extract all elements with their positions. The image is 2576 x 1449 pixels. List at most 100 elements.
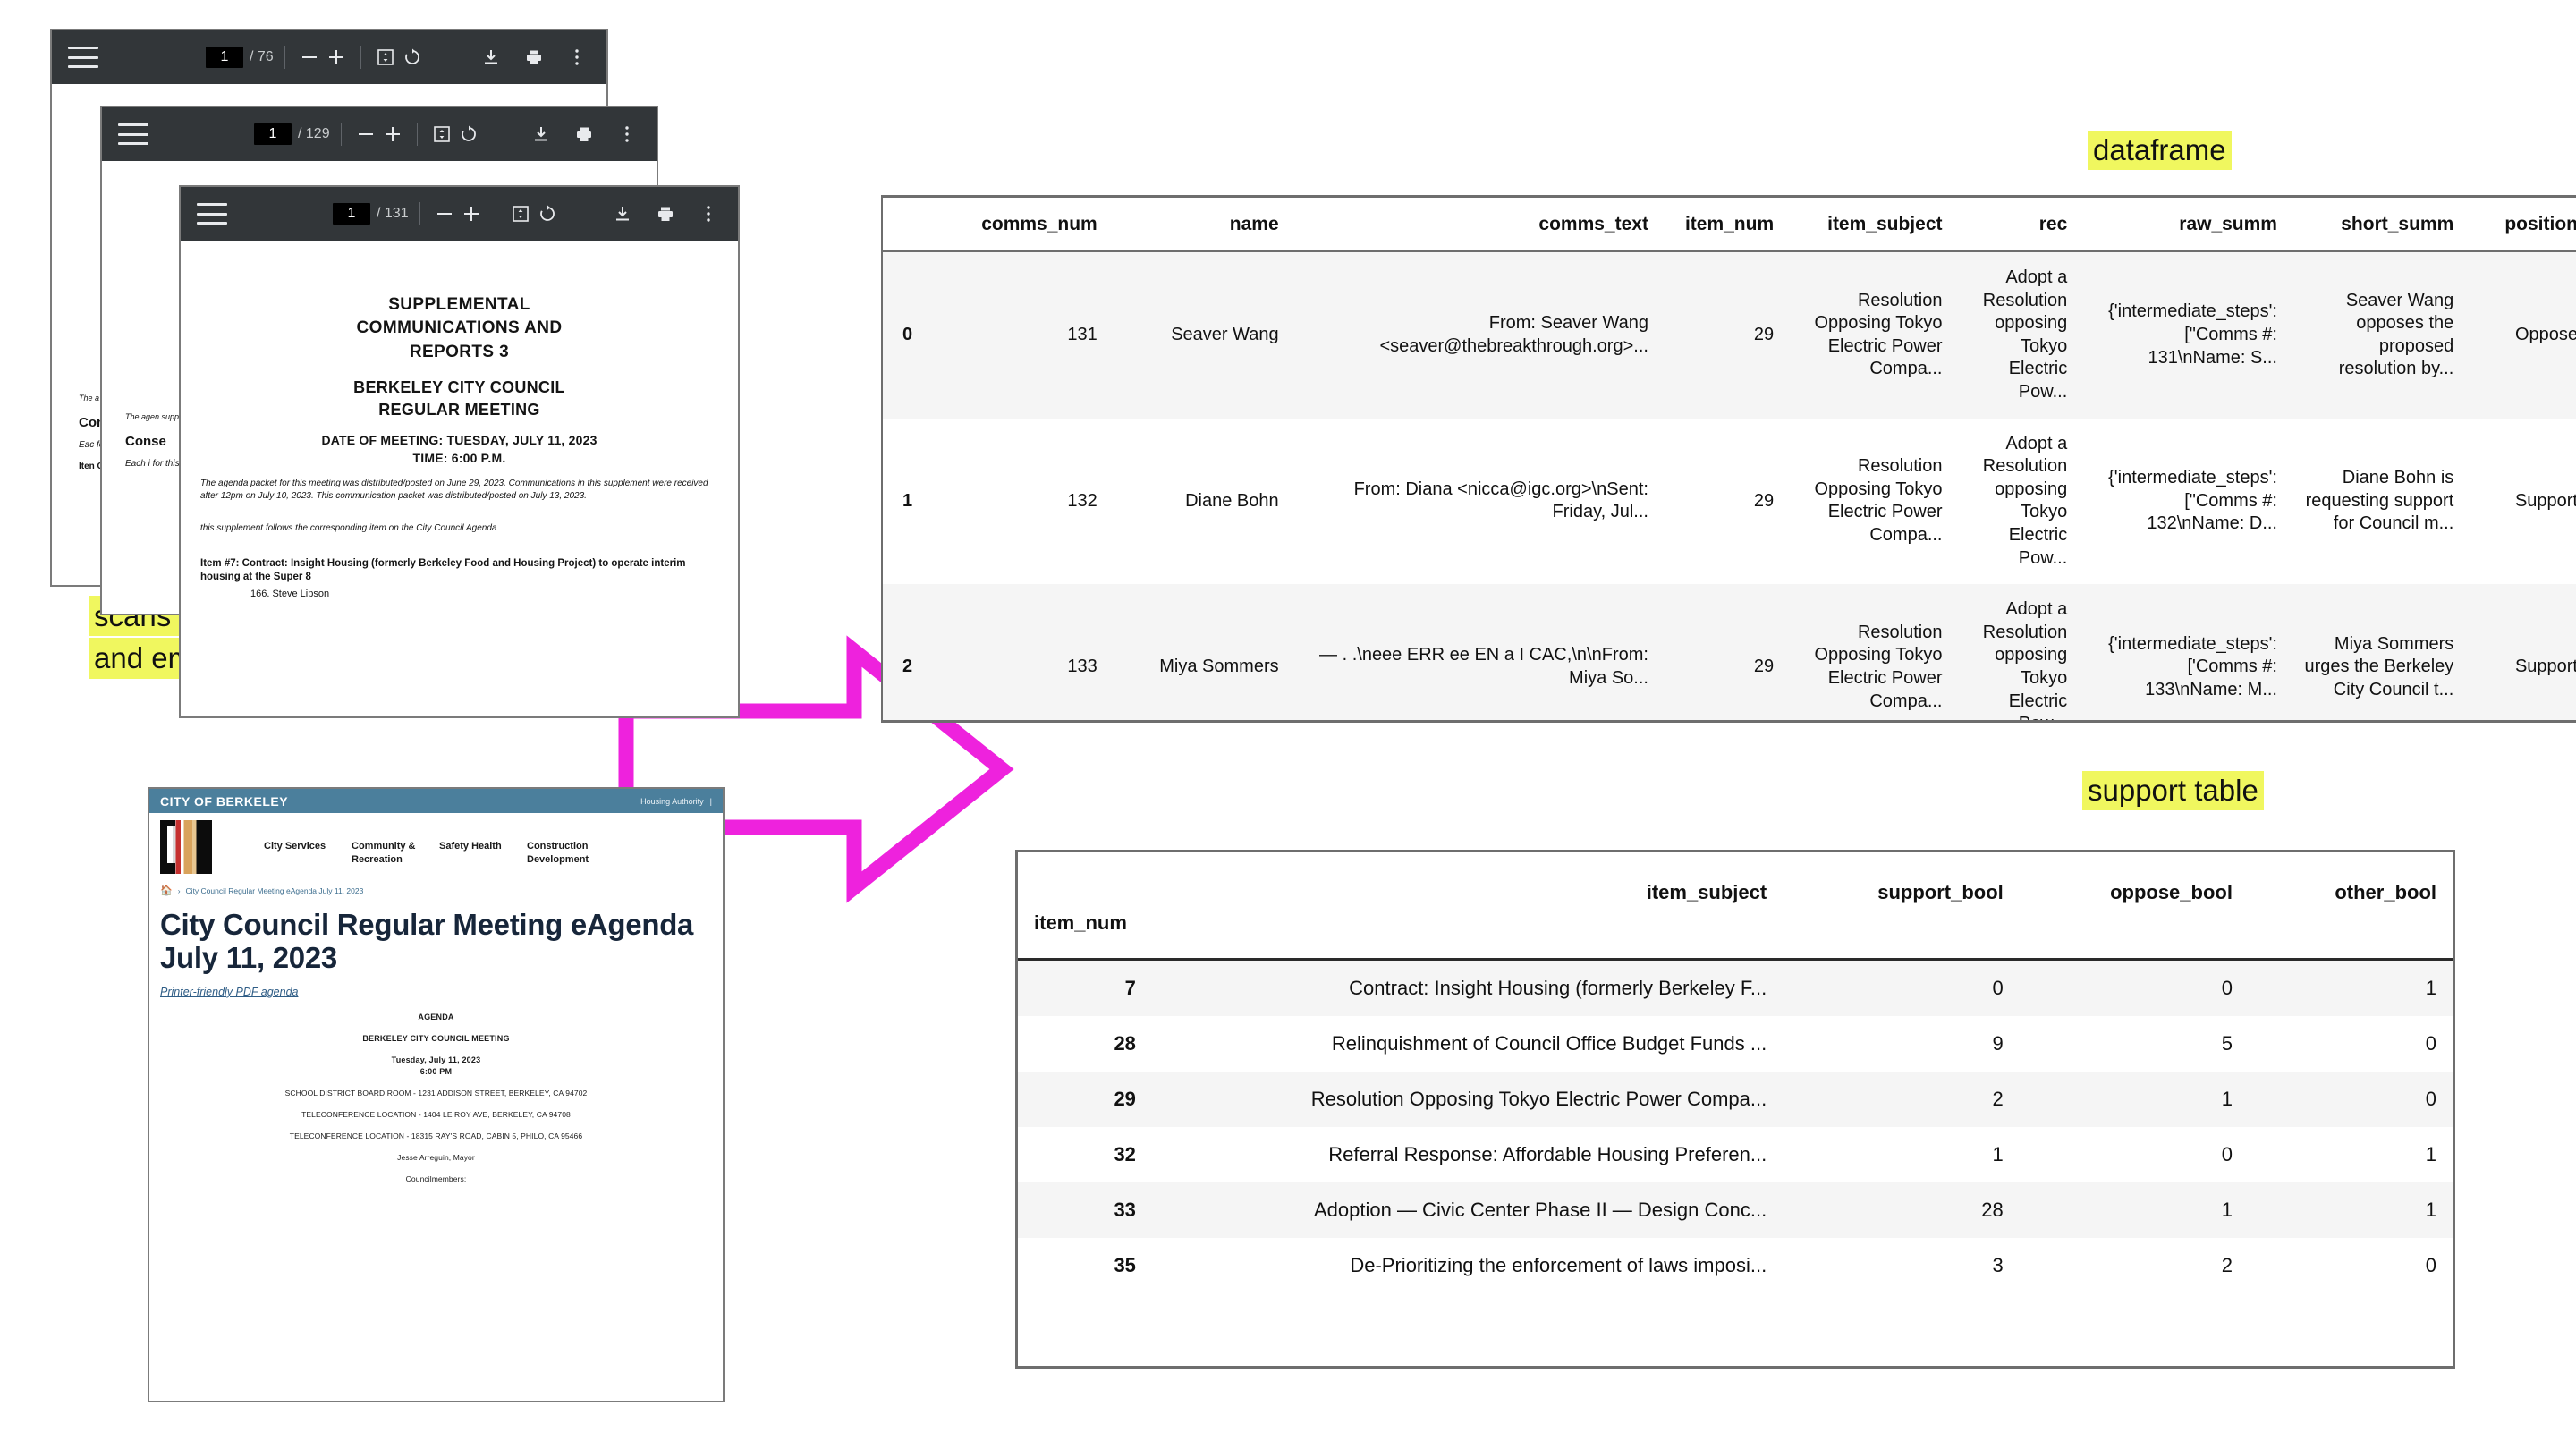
plus-icon[interactable] bbox=[379, 121, 406, 148]
home-icon[interactable]: 🏠 bbox=[160, 885, 173, 896]
cell-name: Seaver Wang bbox=[1171, 324, 1279, 344]
table-row[interactable]: 29 Resolution Opposing Tokyo Electric Po… bbox=[1018, 1072, 2453, 1127]
nav-item-safety-health[interactable]: Safety Health bbox=[439, 840, 504, 867]
dataframe-table[interactable]: comms_num name comms_text item_num item_… bbox=[881, 195, 2576, 723]
site-top-links: Housing Authority | bbox=[640, 797, 712, 806]
support-table[interactable]: item_subject support_bool oppose_bool ot… bbox=[1015, 850, 2455, 1368]
cell-oppose_bool: 2 bbox=[2221, 1254, 2233, 1276]
col-header-rec[interactable]: rec bbox=[1953, 198, 2078, 251]
cell-item_subject: Resolution Opposing Tokyo Electric Power… bbox=[1814, 456, 1943, 545]
table-row[interactable]: 28 Relinquishment of Council Office Budg… bbox=[1018, 1016, 2453, 1072]
rotate-icon[interactable] bbox=[455, 121, 482, 148]
table-row[interactable]: 35 De-Prioritizing the enforcement of la… bbox=[1018, 1238, 2453, 1293]
col-header-short_summ[interactable]: short_summ bbox=[2287, 198, 2463, 251]
printer-friendly-pdf-link[interactable]: Printer-friendly PDF agenda bbox=[149, 975, 723, 998]
top-link-housing-authority[interactable]: Housing Authority bbox=[640, 797, 704, 806]
pdf-toolbar[interactable]: 1 / 129 bbox=[102, 107, 657, 161]
hamburger-menu-icon[interactable] bbox=[68, 47, 98, 68]
hamburger-menu-icon[interactable] bbox=[197, 203, 227, 225]
plus-icon[interactable] bbox=[323, 44, 350, 71]
minus-icon[interactable] bbox=[431, 200, 458, 227]
pdf-toolbar[interactable]: 1 / 76 bbox=[52, 30, 606, 84]
download-icon[interactable] bbox=[478, 44, 504, 71]
nav-item-community-recreation[interactable]: Community & Recreation bbox=[352, 840, 416, 867]
plus-icon[interactable] bbox=[458, 200, 485, 227]
cell-other_bool: 0 bbox=[2425, 1088, 2436, 1110]
site-main-nav[interactable]: City Services Community & Recreation Saf… bbox=[264, 820, 591, 867]
breadcrumb-separator: › bbox=[177, 886, 181, 895]
cell-short_summ: Diane Bohn is requesting support for Cou… bbox=[2305, 467, 2454, 534]
table-row[interactable]: 7 Contract: Insight Housing (formerly Be… bbox=[1018, 959, 2453, 1016]
support-table-annotation-label: support table bbox=[2082, 771, 2264, 811]
col-header-other_bool[interactable]: other_bool bbox=[2249, 852, 2453, 908]
minus-icon[interactable] bbox=[352, 121, 379, 148]
col-header-position[interactable]: position bbox=[2463, 198, 2576, 251]
cell-item_subject: Contract: Insight Housing (formerly Berk… bbox=[1349, 977, 1767, 999]
row-index: 32 bbox=[1114, 1143, 1136, 1165]
col-header-item_subject[interactable]: item_subject bbox=[1143, 852, 1783, 908]
col-header-name[interactable]: name bbox=[1107, 198, 1289, 251]
nav-item-city-services[interactable]: City Services bbox=[264, 840, 328, 867]
col-header-item_num[interactable]: item_num bbox=[1658, 198, 1784, 251]
cell-rec: Adopt a Resolution opposing Tokyo Electr… bbox=[1982, 433, 2068, 568]
cell-other_bool: 0 bbox=[2425, 1032, 2436, 1055]
index-label-item_num: item_num bbox=[1034, 911, 1127, 934]
doc-meeting-time: TIME: 6:00 P.M. bbox=[412, 451, 506, 465]
cell-name: Miya Sommers bbox=[1159, 657, 1279, 677]
page-number-input[interactable]: 1 bbox=[206, 47, 243, 68]
pdf-window-131-pages[interactable]: 1 / 131 SUPPLEMENTAL COMMUNICATIONS AND … bbox=[179, 185, 740, 718]
row-index: 28 bbox=[1114, 1032, 1136, 1055]
cell-support_bool: 1 bbox=[1992, 1143, 2004, 1165]
table-row[interactable]: 0 131 Seaver Wang From: Seaver Wang <sea… bbox=[883, 250, 2576, 419]
col-header-comms_text[interactable]: comms_text bbox=[1289, 198, 1658, 251]
toolbar-divider bbox=[340, 123, 342, 146]
agenda-councilmembers-label: Councilmembers: bbox=[405, 1174, 467, 1183]
print-icon[interactable] bbox=[571, 121, 597, 148]
agenda-time: 6:00 PM bbox=[419, 1066, 453, 1076]
rotate-icon[interactable] bbox=[399, 44, 426, 71]
cell-rec: Adopt a Resolution opposing Tokyo Electr… bbox=[1982, 599, 2068, 720]
breadcrumb-current[interactable]: City Council Regular Meeting eAgenda Jul… bbox=[186, 886, 364, 895]
print-icon[interactable] bbox=[652, 200, 679, 227]
col-header-oppose_bool[interactable]: oppose_bool bbox=[2020, 852, 2249, 908]
col-header-item_subject[interactable]: item_subject bbox=[1784, 198, 1952, 251]
index-row-filler bbox=[2249, 908, 2453, 960]
agenda-meeting-name: BERKELEY CITY COUNCIL MEETING bbox=[362, 1033, 510, 1043]
col-header-support_bool[interactable]: support_bool bbox=[1783, 852, 2020, 908]
breadcrumb: 🏠 › City Council Regular Meeting eAgenda… bbox=[149, 876, 723, 896]
table-row[interactable]: 2 133 Miya Sommers — . .\neee ERR ee EN … bbox=[883, 584, 2576, 720]
col-header-comms_num[interactable]: comms_num bbox=[946, 198, 1106, 251]
berkeley-city-logo[interactable] bbox=[160, 820, 212, 874]
fit-page-icon[interactable] bbox=[507, 200, 534, 227]
more-options-icon[interactable] bbox=[564, 44, 590, 71]
doc-title-line2: COMMUNICATIONS AND bbox=[356, 318, 563, 338]
print-icon[interactable] bbox=[521, 44, 547, 71]
fit-page-icon[interactable] bbox=[428, 121, 455, 148]
download-icon[interactable] bbox=[609, 200, 636, 227]
page-number-input[interactable]: 1 bbox=[333, 203, 370, 225]
cell-support_bool: 2 bbox=[1992, 1088, 2004, 1110]
rotate-icon[interactable] bbox=[534, 200, 561, 227]
minus-icon[interactable] bbox=[296, 44, 323, 71]
col-header-raw_summ[interactable]: raw_summ bbox=[2077, 198, 2287, 251]
cell-oppose_bool: 1 bbox=[2221, 1199, 2233, 1221]
cell-oppose_bool: 0 bbox=[2221, 977, 2233, 999]
site-brand[interactable]: CITY OF BERKELEY bbox=[160, 794, 288, 809]
doc-title-line1: SUPPLEMENTAL bbox=[388, 295, 530, 314]
fit-page-icon[interactable] bbox=[372, 44, 399, 71]
more-options-icon[interactable] bbox=[614, 121, 640, 148]
page-number-input[interactable]: 1 bbox=[254, 123, 292, 145]
table-row[interactable]: 33 Adoption — Civic Center Phase II — De… bbox=[1018, 1182, 2453, 1238]
cell-item_subject: Adoption — Civic Center Phase II — Desig… bbox=[1313, 1199, 1767, 1221]
table-row[interactable]: 32 Referral Response: Affordable Housing… bbox=[1018, 1127, 2453, 1182]
nav-item-construction-development[interactable]: Construction Development bbox=[527, 840, 591, 867]
cell-item_subject: Resolution Opposing Tokyo Electric Power… bbox=[1310, 1088, 1767, 1110]
table-row[interactable]: 1 132 Diane Bohn From: Diana <nicca@igc.… bbox=[883, 418, 2576, 585]
cell-item_num: 29 bbox=[1753, 657, 1775, 677]
download-icon[interactable] bbox=[528, 121, 555, 148]
hamburger-menu-icon[interactable] bbox=[118, 123, 148, 145]
more-options-icon[interactable] bbox=[695, 200, 722, 227]
berkeley-eagenda-webpage[interactable]: CITY OF BERKELEY Housing Authority | Cit… bbox=[148, 787, 724, 1402]
cell-other_bool: 1 bbox=[2425, 1199, 2436, 1221]
pdf-toolbar[interactable]: 1 / 131 bbox=[181, 187, 738, 241]
